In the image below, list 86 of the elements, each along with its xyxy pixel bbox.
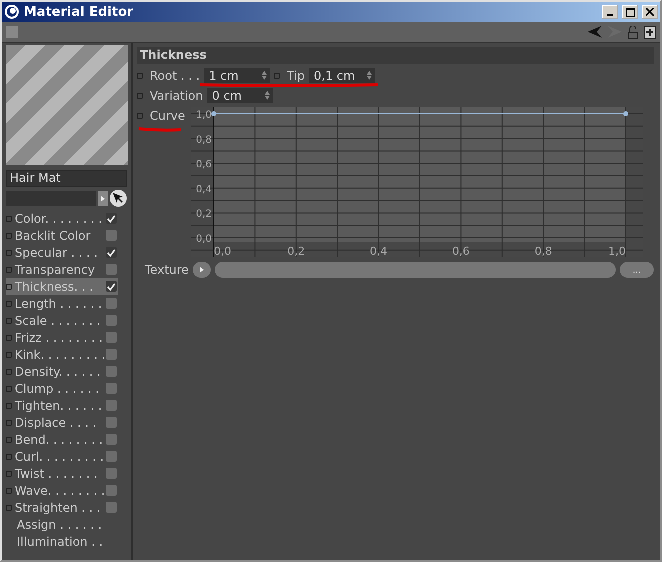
app-logo-icon [4,4,20,20]
y-tick-label: 0,2 [196,209,212,220]
channel-item[interactable]: Wave. . . . . . . . [6,482,118,499]
channel-checkbox[interactable] [106,502,117,513]
channel-checkbox[interactable] [106,332,117,343]
window-title: Material Editor [24,4,135,20]
channel-checkbox[interactable] [106,468,117,479]
texture-field[interactable] [214,262,616,278]
channel-checkbox[interactable] [106,417,117,428]
channel-checkbox[interactable] [106,247,117,258]
lock-icon[interactable] [628,26,638,38]
spinner-arrows-icon[interactable] [262,71,268,80]
x-tick-label: 0,0 [214,245,232,257]
channel-item[interactable]: Frizz . . . . . . . . [6,329,118,346]
maximize-button[interactable] [622,5,638,19]
maximize-icon [626,8,634,16]
curve-label: Curve [150,108,186,122]
y-tick-label: 1,0 [196,110,212,121]
more-button[interactable]: ... [620,262,654,278]
channel-checkbox[interactable] [106,213,117,224]
variation-field[interactable]: 0 cm [207,88,274,103]
texture-arrow-button[interactable] [192,262,211,278]
back-arrow-icon[interactable] [588,26,602,38]
root-field[interactable]: 1 cm [204,68,270,83]
annotation-underline [137,127,183,132]
root-label: Root . . . [150,68,200,82]
channel-item[interactable]: Bend. . . . . . . . [6,431,118,448]
tip-field[interactable]: 0,1 cm [309,68,375,83]
minimize-button[interactable] [602,5,618,19]
grip-icon[interactable] [6,26,18,38]
channel-item[interactable]: Transparency [6,261,118,278]
spinner-arrows-icon[interactable] [265,91,270,100]
triangle-icon [200,267,204,273]
variation-label: Variation [150,88,204,102]
pick-button[interactable] [110,190,127,207]
tip-label: Tip [287,68,305,82]
channel-checkbox[interactable] [106,315,117,326]
channel-item[interactable]: Color. . . . . . . . [6,210,118,227]
channel-checkbox[interactable] [106,434,117,445]
checkmark-icon [107,282,116,290]
section-header: Thickness [137,47,654,64]
channel-item[interactable]: Straighten . . . [6,499,118,516]
curve-point[interactable] [212,112,216,116]
close-button[interactable] [642,5,658,19]
channel-item[interactable]: Density. . . . . . [6,363,118,380]
texture-label: Texture [145,263,189,277]
channel-item[interactable]: Length . . . . . . [6,295,118,312]
channel-item[interactable]: Backlit Color [6,227,118,244]
close-icon [646,8,654,16]
channel-item[interactable]: Kink. . . . . . . . . [6,346,118,363]
channel-checkbox[interactable] [106,485,117,496]
channel-checkbox[interactable] [106,451,117,462]
channel-checkbox[interactable] [106,264,117,275]
x-tick-label: 0,8 [534,245,552,257]
channel-item[interactable]: Tighten. . . . . . [6,397,118,414]
material-name-field[interactable]: Hair Mat [6,170,127,187]
triangle-icon [101,196,105,202]
channel-item[interactable]: Curl. . . . . . . . . [6,448,118,465]
curve-point[interactable] [624,112,628,116]
channel-item[interactable]: Scale . . . . . . . [6,312,118,329]
channel-checkbox[interactable] [106,281,117,292]
channel-checkbox[interactable] [106,366,117,377]
x-tick-label: 0,2 [288,245,306,257]
y-tick-label: 0,8 [196,134,212,146]
x-tick-label: 0,4 [370,245,388,257]
channel-item[interactable]: Thickness. . . [6,278,118,295]
y-tick-label: 0,0 [196,234,212,245]
channel-checkbox[interactable] [106,400,117,411]
channel-checkbox[interactable] [106,298,117,309]
y-tick-label: 0,6 [196,160,212,171]
checkmark-icon [107,214,116,222]
y-tick-label: 0,4 [196,184,212,196]
channel-item[interactable]: Clump . . . . . . [6,380,118,397]
x-tick-label: 1,0 [608,245,626,257]
channel-item[interactable]: Assign . . . . . . [6,516,118,533]
channel-checkbox[interactable] [106,383,117,394]
channel-item[interactable]: Illumination . . [6,533,118,550]
channel-checkbox[interactable] [106,349,117,360]
checkmark-icon [107,248,116,256]
channel-item[interactable]: Specular . . . . [6,244,118,261]
channel-checkbox[interactable] [106,230,117,241]
channel-item[interactable]: Twist . . . . . . . [6,465,118,482]
channel-item[interactable]: Displace . . . . [6,414,118,431]
new-window-icon[interactable] [644,26,656,38]
spinner-arrows-icon[interactable] [367,71,372,80]
x-tick-label: 0,6 [452,245,470,257]
